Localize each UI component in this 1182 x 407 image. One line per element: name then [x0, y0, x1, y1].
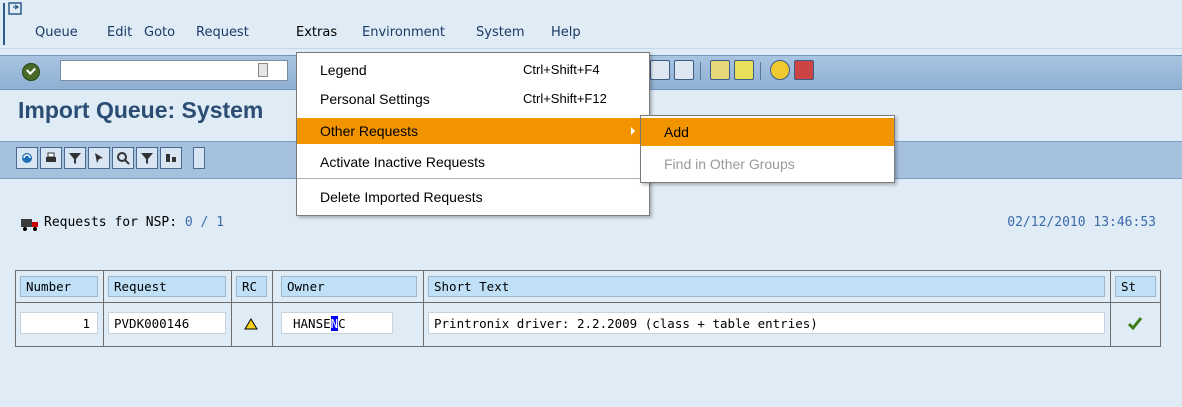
submenu-item-find-in-other-groups: Find in Other Groups: [641, 150, 894, 178]
sort-button[interactable]: [160, 147, 182, 169]
truck-icon: [21, 219, 38, 231]
filter-button[interactable]: [64, 147, 86, 169]
menu-item-personal-settings[interactable]: Personal Settings Ctrl+Shift+F12: [297, 86, 649, 112]
requests-label-text: Requests for NSP:: [44, 215, 178, 230]
menu-goto[interactable]: Goto: [144, 25, 175, 40]
help-icon[interactable]: [770, 60, 790, 80]
menu-item-label: Activate Inactive Requests: [320, 154, 485, 170]
layout-menu-icon[interactable]: [794, 60, 814, 80]
generate-shortcut-icon[interactable]: [674, 60, 694, 80]
table-cell-st[interactable]: [1115, 311, 1156, 337]
timestamp: 02/12/2010 13:46:53: [1007, 215, 1156, 230]
print-button[interactable]: [40, 147, 62, 169]
menu-extras[interactable]: Extras: [296, 25, 337, 40]
submenu-item-label: Add: [664, 124, 689, 140]
menu-item-shortcut: Ctrl+Shift+F12: [523, 91, 607, 106]
checkmark-icon: [1127, 317, 1143, 330]
menu-item-label: Other Requests: [320, 123, 419, 139]
owner-text-prefix: HANSE: [293, 316, 331, 331]
select-button[interactable]: [88, 147, 110, 169]
zoom-button[interactable]: [112, 147, 134, 169]
menu-item-legend[interactable]: Legend Ctrl+Shift+F4: [297, 57, 649, 83]
requests-count: 0 / 1: [184, 215, 225, 230]
menu-queue[interactable]: Queue: [35, 25, 78, 40]
other-requests-submenu: Add Find in Other Groups: [640, 115, 895, 183]
magnifier-icon: [117, 152, 130, 165]
page-title: Import Queue: System: [18, 97, 264, 123]
command-history-icon[interactable]: [258, 63, 268, 77]
menu-item-label: Delete Imported Requests: [320, 189, 483, 205]
set-filter-button[interactable]: [136, 147, 158, 169]
menu-request[interactable]: Request: [196, 25, 249, 40]
more-button[interactable]: [193, 147, 205, 169]
menu-item-other-requests[interactable]: Other Requests: [297, 118, 649, 144]
menu-environment[interactable]: Environment: [362, 25, 445, 40]
refresh-icon: [22, 153, 32, 163]
submenu-item-label: Find in Other Groups: [664, 156, 795, 172]
requests-label: Requests for NSP: 0 / 1: [44, 215, 224, 230]
warning-triangle-icon: [244, 318, 258, 330]
table-cell-short-text[interactable]: Printronix driver: 2.2.2009 (class + tab…: [434, 311, 818, 337]
refresh-button[interactable]: [16, 147, 38, 169]
sort-icon: [166, 154, 176, 162]
create-session-icon[interactable]: [650, 60, 670, 80]
menu-edit[interactable]: Edit: [107, 25, 132, 40]
table-cell-rc[interactable]: [236, 311, 267, 337]
column-header-rc[interactable]: RC: [236, 276, 267, 297]
menu-item-label: Personal Settings: [320, 91, 430, 107]
funnel-icon: [141, 153, 153, 164]
extras-dropdown-menu: Legend Ctrl+Shift+F4 Personal Settings C…: [296, 52, 650, 216]
column-header-owner[interactable]: Owner: [281, 276, 417, 297]
enter-checkmark-icon[interactable]: [22, 63, 40, 81]
filter-icon: [69, 153, 81, 164]
submenu-arrow-icon: [631, 127, 635, 135]
menu-system[interactable]: System: [476, 25, 524, 40]
layout-icon[interactable]: [710, 60, 730, 80]
window-menu-icon[interactable]: [8, 2, 22, 16]
menu-item-label: Legend: [320, 62, 367, 78]
menu-item-activate-inactive[interactable]: Activate Inactive Requests: [297, 149, 649, 175]
table-cell-request[interactable]: PVDK000146: [114, 311, 189, 337]
column-header-number[interactable]: Number: [20, 276, 98, 297]
menu-help[interactable]: Help: [551, 25, 581, 40]
menu-bar: [0, 0, 1182, 49]
cursor-icon: [95, 153, 103, 163]
command-field[interactable]: [60, 60, 288, 81]
submenu-item-add[interactable]: Add: [641, 118, 894, 146]
table-cell-number[interactable]: 1: [20, 311, 90, 337]
table-cell-owner[interactable]: HANSENC: [293, 311, 346, 337]
menu-item-delete-imported[interactable]: Delete Imported Requests: [297, 184, 649, 210]
customize-icon[interactable]: [734, 60, 754, 80]
printer-icon: [46, 152, 56, 162]
menu-item-shortcut: Ctrl+Shift+F4: [523, 62, 600, 77]
column-header-st[interactable]: St: [1115, 276, 1156, 297]
column-header-short-text[interactable]: Short Text: [428, 276, 1105, 297]
column-header-request[interactable]: Request: [108, 276, 226, 297]
owner-text-suffix: C: [338, 316, 346, 331]
